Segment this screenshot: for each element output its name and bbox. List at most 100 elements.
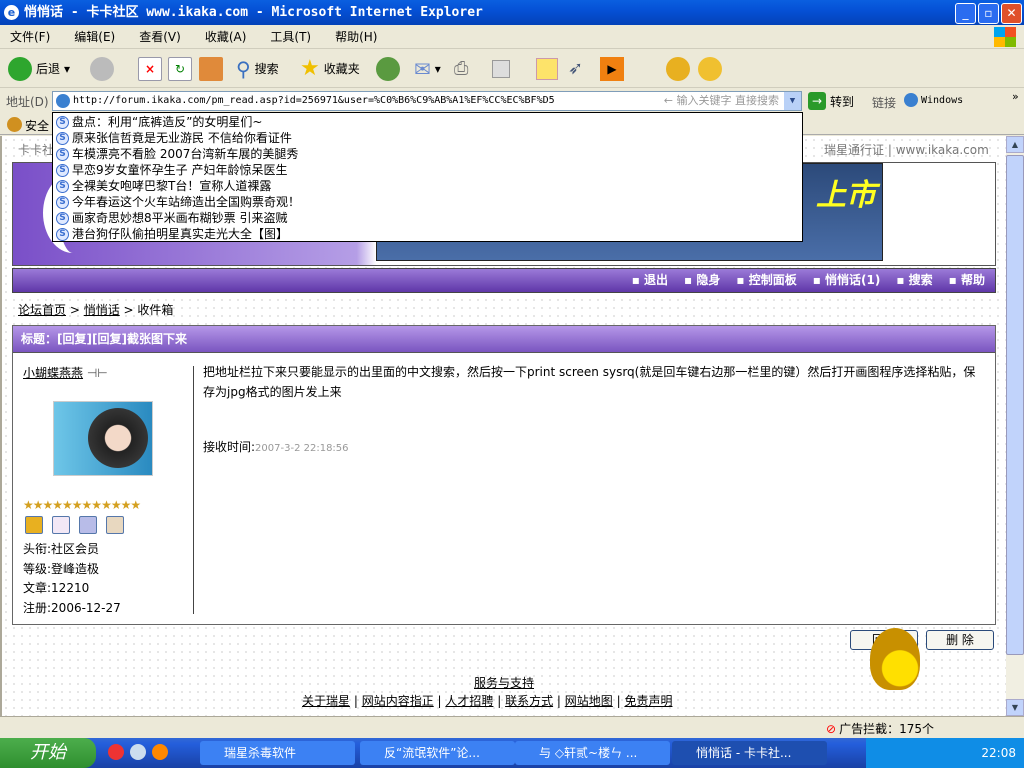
nav-link[interactable]: ▪ 控制面板: [736, 273, 796, 287]
suggestion-text: 原来张信哲竟是无业游民 不信给你看证件: [72, 131, 292, 145]
footer-link[interactable]: 免责声明: [624, 694, 672, 708]
adblock-count: 广告拦截：175个: [839, 722, 934, 736]
nav-link[interactable]: ▪ 退出: [632, 273, 668, 287]
suggestion-text: 全裸美女咆哮巴黎T台！宣称人道裸露: [72, 179, 272, 193]
window-title: 悄悄话 - 卡卡社区 www.ikaka.com - Microsoft Int…: [24, 5, 483, 20]
suggestion-item[interactable]: S 车模漂亮不看脸 2007台湾新车展的美腿秀: [56, 146, 799, 162]
media-player-icon[interactable]: [152, 744, 168, 760]
task-chat[interactable]: 与 ◇轩贰~楼ㄣ ...: [515, 741, 670, 765]
suggestion-item[interactable]: S 今年春运这个火车站缔造出全国购票奇观！: [56, 194, 799, 210]
author-link[interactable]: 小蝴蝶燕燕: [23, 366, 83, 380]
printer-icon: ⎙: [454, 58, 469, 79]
note-icon: [536, 58, 558, 80]
suggestion-text: 港台狗仔队偷拍明星真实走光大全【图】: [72, 227, 289, 241]
breadcrumb-home[interactable]: 论坛首页: [18, 303, 66, 317]
quick-launch: [108, 744, 168, 760]
footer-link[interactable]: 关于瑞星: [302, 694, 350, 708]
menu-file[interactable]: 文件(F): [10, 30, 50, 44]
search-s-icon: S: [56, 163, 69, 177]
avatar: [53, 401, 153, 476]
scroll-down-button[interactable]: ▼: [1006, 699, 1024, 716]
search-s-icon: S: [56, 131, 69, 145]
suggestion-item[interactable]: S 早恋9岁女童怀孕生子 产妇年龄惊呆医生: [56, 162, 799, 178]
home-button[interactable]: [199, 56, 223, 82]
footer-link[interactable]: 联系方式: [505, 694, 553, 708]
rising-assistant-button[interactable]: [698, 56, 722, 82]
menu-bar: 文件(F) 编辑(E) 查看(V) 收藏(A) 工具(T) 帮助(H): [0, 25, 1024, 49]
star-icon: ★: [300, 56, 320, 81]
suggestion-item[interactable]: S 原来张信哲竟是无业游民 不信给你看证件: [56, 130, 799, 146]
footer-service-link[interactable]: 服务与支持: [474, 674, 534, 691]
adblock-icon: ⊘: [826, 721, 837, 736]
suggestion-item[interactable]: S 全裸美女咆哮巴黎T台！宣称人道裸露: [56, 178, 799, 194]
messenger-button[interactable]: ➶: [568, 56, 583, 82]
close-button[interactable]: ✕: [1001, 3, 1022, 24]
nav-label: 退出: [644, 273, 669, 287]
back-button[interactable]: 后退 ▾: [8, 56, 70, 82]
header-links: 瑞星通行证 | www.ikaka.com: [824, 143, 989, 157]
favorites-button[interactable]: ★ 收藏夹: [300, 56, 360, 82]
nav-link[interactable]: ▪ 隐身: [684, 273, 720, 287]
chevron-more-icon[interactable]: »: [1012, 90, 1019, 103]
back-label: 后退: [36, 62, 61, 76]
nav-link[interactable]: ▪ 悄悄话(1): [813, 273, 881, 287]
address-input[interactable]: http://forum.ikaka.com/pm_read.asp?id=25…: [52, 91, 802, 111]
footer-link[interactable]: 网站内容指正: [362, 694, 434, 708]
menu-edit[interactable]: 编辑(E): [74, 30, 115, 44]
task-rising-antivirus[interactable]: 瑞星杀毒软件: [200, 741, 355, 765]
site-link[interactable]: www.ikaka.com: [896, 143, 989, 157]
mail-icon: ✉: [414, 57, 431, 81]
print-button[interactable]: ⎙: [454, 56, 468, 82]
footer-link[interactable]: 网站地图: [565, 694, 613, 708]
rising-button[interactable]: [666, 56, 690, 82]
menu-view[interactable]: 查看(V): [139, 30, 181, 44]
media-button[interactable]: ▶: [600, 56, 624, 82]
forward-button[interactable]: [90, 56, 114, 82]
maximize-button[interactable]: ▫: [978, 3, 999, 24]
refresh-button[interactable]: ↻: [168, 56, 192, 82]
menu-favorites[interactable]: 收藏(A): [205, 30, 247, 44]
search-label: 搜索: [254, 62, 279, 76]
edit-button[interactable]: [492, 56, 510, 82]
author-registered: 注册:2006-12-27: [23, 600, 121, 615]
dropdown-arrow-button[interactable]: ▼: [784, 92, 801, 110]
go-label: 转到: [830, 94, 855, 109]
link-windows[interactable]: Windows: [904, 93, 963, 107]
breadcrumb-pm[interactable]: 悄悄话: [84, 303, 120, 317]
scroll-thumb[interactable]: [1006, 155, 1024, 655]
messenger-icon[interactable]: [130, 744, 146, 760]
footer-link[interactable]: 人才招聘: [445, 694, 493, 708]
note-button[interactable]: [536, 56, 558, 82]
stop-button[interactable]: ×: [138, 56, 162, 82]
menu-help[interactable]: 帮助(H): [335, 30, 377, 44]
author-title: 头衔:社区会员: [23, 542, 100, 556]
delete-button[interactable]: 删 除: [926, 630, 994, 650]
nav-link[interactable]: ▪ 帮助: [949, 273, 985, 287]
suggestion-text: 早恋9岁女童怀孕生子 产妇年龄惊呆医生: [72, 163, 288, 177]
suggestion-item[interactable]: S 港台狗仔队偷拍明星真实走光大全【图】: [56, 226, 799, 242]
suggestion-item[interactable]: S 画家奇思妙想8平米画布糊钞票 引来盗贼: [56, 210, 799, 226]
security-label[interactable]: 安全: [25, 117, 49, 134]
qq-icon[interactable]: [108, 744, 124, 760]
menu-tools[interactable]: 工具(T): [270, 30, 311, 44]
message-title-bar: 标题：[回复][回复]截张图下来: [13, 326, 995, 353]
forward-arrow-icon: [90, 57, 114, 81]
suggestion-item[interactable]: S 盘点：利用“底裤造反”的女明星们~: [56, 114, 799, 130]
go-button[interactable]: → 转到: [808, 92, 854, 110]
title-bar: 悄悄话 - 卡卡社区 www.ikaka.com - Microsoft Int…: [0, 0, 1024, 25]
start-button[interactable]: 开始: [0, 738, 96, 768]
task-forum[interactable]: 反“流氓软件”论...: [360, 741, 515, 765]
mail-button[interactable]: ✉ ▾: [414, 56, 441, 82]
scroll-up-button[interactable]: ▲: [1006, 136, 1024, 153]
search-button[interactable]: ⚲ 搜索: [236, 56, 279, 82]
nav-label: 控制面板: [748, 273, 797, 287]
vertical-scrollbar[interactable]: ▲ ▼: [1006, 136, 1024, 716]
history-button[interactable]: [376, 56, 400, 82]
nav-link[interactable]: ▪ 搜索: [896, 273, 932, 287]
address-suggestion-dropdown: S 盘点：利用“底裤造反”的女明星们~ S 原来张信哲竟是无业游民 不信给你看证件 S 车…: [52, 112, 803, 242]
media-play-icon: ▶: [600, 57, 624, 81]
passport-link[interactable]: 瑞星通行证: [824, 143, 884, 157]
minimize-button[interactable]: _: [955, 3, 976, 24]
task-ie-current[interactable]: 悄悄话 - 卡卡社...: [672, 741, 827, 765]
search-s-icon: S: [56, 115, 69, 129]
